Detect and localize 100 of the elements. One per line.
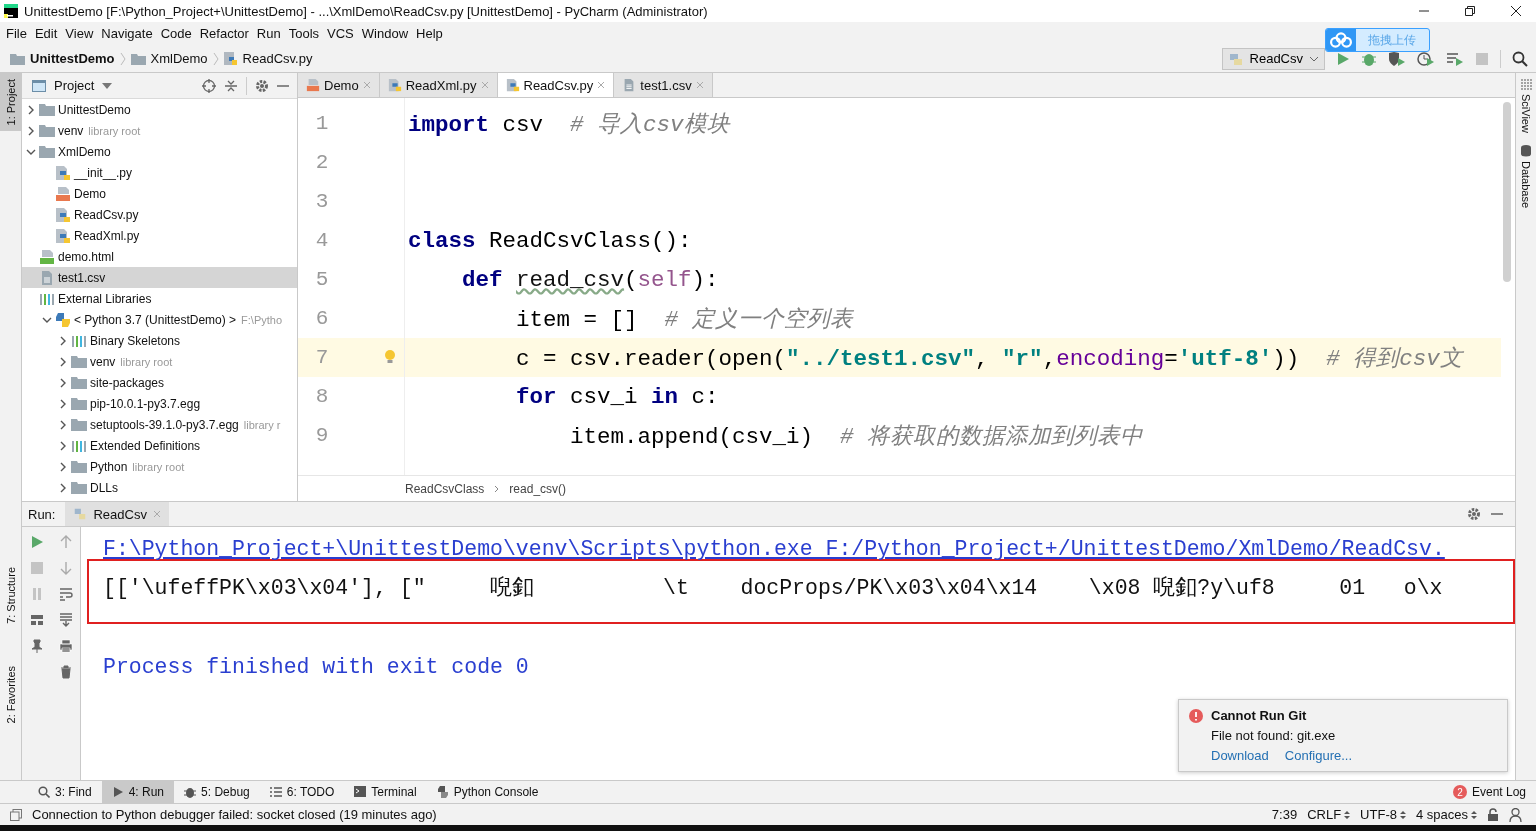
scrollbar[interactable] — [1503, 102, 1511, 282]
tool-window-button[interactable]: 5: Debug — [174, 781, 260, 803]
tree-item[interactable]: UnittestDemo — [22, 99, 297, 120]
settings-icon[interactable] — [255, 78, 269, 93]
run-tab[interactable]: ReadCsv — [65, 502, 169, 526]
menu-item[interactable]: Window — [357, 26, 413, 41]
menu-item[interactable]: Tools — [284, 26, 324, 41]
tool-window-tab[interactable]: 1: Project — [0, 73, 21, 132]
scroll-icon[interactable] — [58, 613, 73, 627]
encoding-selector[interactable]: UTF-8 — [1360, 807, 1406, 822]
tree-item[interactable]: Extended Definitions — [22, 435, 297, 456]
lock-icon[interactable] — [1487, 808, 1499, 821]
tool-window-button[interactable]: Terminal — [344, 781, 427, 803]
trash-icon[interactable] — [58, 665, 73, 679]
tree-item[interactable]: XmlDemo — [22, 141, 297, 162]
line-separator-selector[interactable]: CRLF — [1307, 807, 1351, 822]
tree-item[interactable]: demo.html — [22, 246, 297, 267]
settings-icon[interactable] — [1467, 507, 1481, 521]
editor-tab[interactable]: ReadXml.py — [379, 73, 498, 97]
menu-item[interactable]: Navigate — [97, 26, 157, 41]
python-file-icon — [387, 78, 402, 92]
caret-icon[interactable] — [102, 82, 113, 89]
tool-window-tab[interactable]: SciView — [1520, 73, 1532, 139]
line-number: 6 — [314, 307, 330, 330]
search-icon[interactable] — [1512, 50, 1528, 67]
tool-window-tab[interactable]: Database — [1520, 138, 1532, 215]
folder-icon — [71, 418, 87, 431]
console-line: Process finished with exit code 0 — [103, 654, 530, 681]
line-number: 7 — [314, 346, 330, 369]
breadcrumb-item[interactable]: XmlDemo — [150, 51, 208, 66]
tree-item[interactable]: venv library root — [22, 351, 297, 372]
tool-window-button[interactable]: 6: TODO — [259, 781, 345, 803]
menu-item[interactable]: Help — [412, 26, 447, 41]
event-log-button[interactable]: 2 Event Log — [1442, 781, 1536, 803]
console-link[interactable]: F:\Python_Project+\UnittestDemo\venv\Scripts\python.exe F:/Python_Project+/UnittestDemo/XmlDemo/ReadCsv. — [103, 530, 1515, 569]
notification-link[interactable]: Configure... — [1284, 748, 1353, 763]
wrap-icon[interactable] — [58, 587, 73, 601]
tree-item[interactable]: Demo — [22, 183, 297, 204]
xml-file-icon — [55, 185, 71, 202]
editor-tab[interactable]: Demo — [298, 73, 380, 97]
rerun-icon[interactable] — [29, 535, 44, 549]
panel-title[interactable]: Project — [54, 78, 95, 93]
menu-item[interactable]: Code — [156, 26, 196, 41]
menu-item[interactable]: File — [2, 26, 31, 41]
tree-item[interactable]: DLLs — [22, 477, 297, 498]
menu-item[interactable]: Refactor — [195, 26, 253, 41]
breadcrumb-item[interactable]: read_csv() — [509, 481, 567, 496]
tree-item[interactable]: __init__.py — [22, 162, 297, 183]
tree-item[interactable]: test1.csv — [22, 267, 297, 288]
tree-item[interactable]: venv library root — [22, 120, 297, 141]
profile-icon[interactable] — [1417, 50, 1435, 67]
run-list-icon[interactable] — [1446, 50, 1464, 67]
menu-item[interactable]: Edit — [30, 26, 62, 41]
line-number: 8 — [314, 385, 330, 408]
tree-item[interactable]: pip-10.0.1-py3.7.egg — [22, 393, 297, 414]
editor-tab[interactable]: ReadCsv.py — [497, 73, 615, 97]
tree-item[interactable]: External Libraries — [22, 288, 297, 309]
breadcrumb-item[interactable]: UnittestDemo — [30, 51, 115, 66]
pin-icon[interactable] — [29, 639, 44, 653]
tool-window-button[interactable]: 4: Run — [101, 781, 175, 803]
tool-window-button[interactable]: 3: Find — [28, 781, 102, 803]
status-icon[interactable] — [10, 808, 22, 821]
locate-icon[interactable] — [202, 78, 216, 93]
tree-item[interactable]: ReadXml.py — [22, 225, 297, 246]
coverage-icon[interactable] — [1388, 50, 1406, 67]
updown-icon — [1399, 809, 1406, 820]
python-file-icon — [55, 206, 71, 223]
close-icon[interactable] — [1510, 5, 1522, 17]
print-icon[interactable] — [58, 639, 73, 653]
breadcrumb-item[interactable]: ReadCsv.py — [242, 51, 313, 66]
person-icon[interactable] — [1509, 807, 1522, 822]
caret-position[interactable]: 7:39 — [1271, 807, 1298, 822]
lightbulb-icon[interactable] — [384, 349, 396, 365]
indent-selector[interactable]: 4 spaces — [1415, 807, 1477, 822]
tool-window-tab[interactable]: 7: Structure — [0, 561, 21, 631]
tool-window-button[interactable]: Python Console — [426, 781, 549, 803]
library-icon — [71, 333, 87, 348]
run-config-dropdown[interactable]: ReadCsv — [1221, 47, 1325, 70]
tree-item[interactable]: Binary Skeletons — [22, 330, 297, 351]
editor-tab[interactable]: test1.csv — [614, 73, 713, 97]
menu-item[interactable]: VCS — [323, 26, 358, 41]
tree-item[interactable]: ReadCsv.py — [22, 204, 297, 225]
notification-link[interactable]: Download — [1211, 748, 1269, 763]
breadcrumb-item[interactable]: ReadCsvClass — [405, 481, 485, 496]
play-icon — [111, 786, 124, 798]
collapse-icon[interactable] — [224, 78, 238, 93]
folder-icon — [71, 376, 87, 389]
python-file-icon — [55, 164, 71, 181]
tree-item[interactable]: site-packages — [22, 372, 297, 393]
restore-icon[interactable] — [1464, 5, 1476, 17]
folder-icon — [39, 124, 55, 137]
layout-icon[interactable] — [29, 613, 44, 627]
tree-item[interactable]: < Python 3.7 (UnittestDemo) > F:\Pytho — [22, 309, 297, 330]
tool-window-tab[interactable]: 2: Favorites — [0, 660, 21, 730]
tree-item[interactable]: setuptools-39.1.0-py3.7.egg library r — [22, 414, 297, 435]
menu-item[interactable]: View — [61, 26, 98, 41]
tree-item[interactable]: Python library root — [22, 456, 297, 477]
run-icon[interactable] — [1336, 51, 1350, 66]
menu-item[interactable]: Run — [252, 26, 285, 41]
notification-message: File not found: git.exe — [1211, 728, 1336, 743]
